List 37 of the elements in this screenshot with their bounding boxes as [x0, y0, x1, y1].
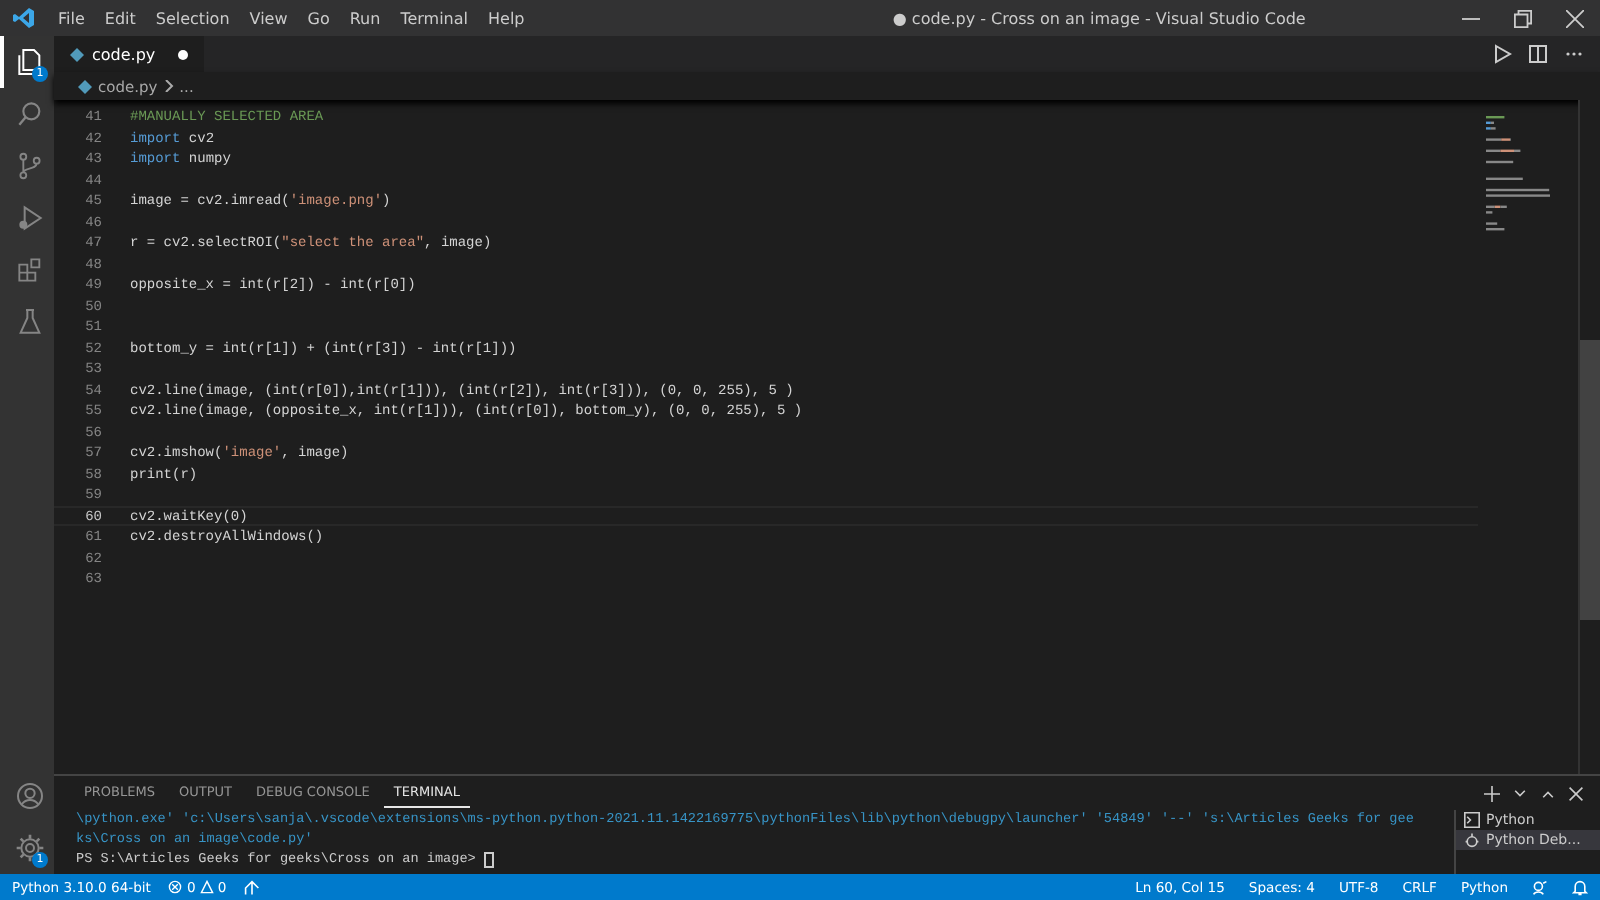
share-icon[interactable]	[244, 879, 261, 895]
menu-item[interactable]: Run	[339, 7, 391, 29]
warning-icon	[199, 880, 214, 894]
menu-item[interactable]: Edit	[94, 7, 146, 29]
menu-item[interactable]: Terminal	[390, 7, 478, 29]
tab-label: code.py	[92, 45, 156, 63]
settings-icon	[13, 832, 45, 864]
close-icon[interactable]	[1568, 785, 1584, 801]
blocks-icon	[13, 254, 45, 286]
scrollbar-thumb[interactable]	[1580, 340, 1600, 620]
chevron-down-icon[interactable]	[1512, 785, 1528, 801]
plus-icon[interactable]	[1484, 785, 1500, 801]
account-icon	[13, 780, 45, 812]
branch-icon	[13, 150, 45, 182]
run-icon[interactable]	[1492, 44, 1512, 64]
split-editor-icon[interactable]	[1528, 44, 1548, 64]
feedback-icon[interactable]	[1532, 879, 1548, 895]
menu-item[interactable]: File	[48, 7, 95, 29]
terminal-icon	[1464, 812, 1480, 828]
flask-icon	[13, 306, 45, 338]
search-icon	[13, 98, 45, 130]
menu-item[interactable]: Selection	[145, 7, 240, 29]
bug-icon	[1464, 832, 1480, 848]
text-cursor	[483, 852, 494, 868]
menu-item[interactable]: Help	[478, 7, 535, 29]
error-icon	[168, 880, 183, 894]
files-icon	[13, 46, 45, 78]
app-logo-icon	[12, 6, 36, 30]
play-bug-icon	[13, 202, 45, 234]
chevron-icon	[163, 80, 174, 92]
menu-item[interactable]: View	[239, 7, 298, 29]
editor-tab[interactable]: code.py	[54, 36, 204, 72]
window-title: ● code.py - Cross on an image - Visual Studio Code	[890, 9, 1308, 27]
python-file-icon	[78, 79, 92, 93]
menu-item[interactable]: Go	[297, 7, 340, 29]
bell-icon[interactable]	[1572, 879, 1588, 895]
python-file-icon	[70, 47, 84, 61]
